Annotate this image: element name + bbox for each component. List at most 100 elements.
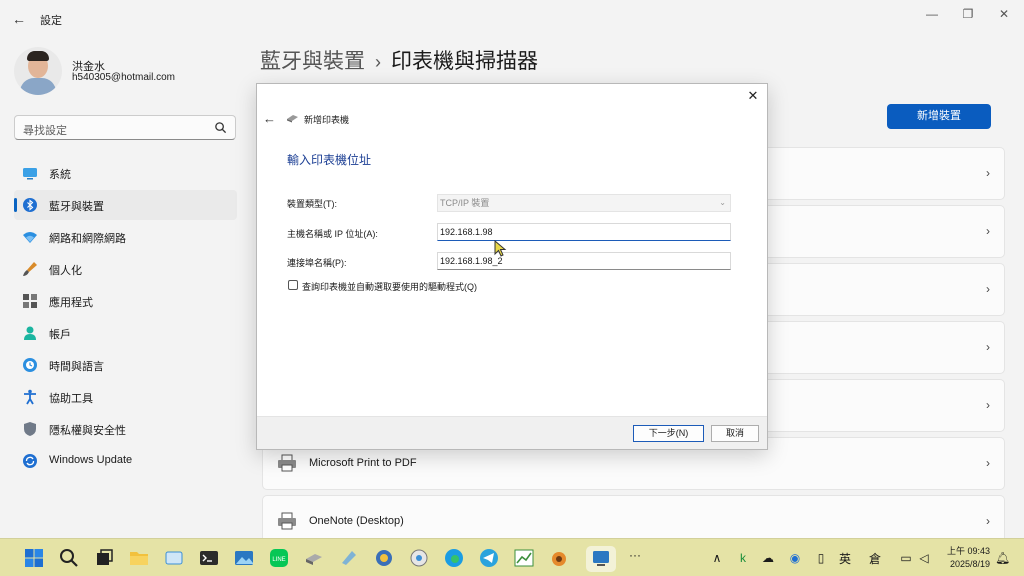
chevron-right-icon: › [986, 282, 990, 296]
query-printer-label[interactable]: 查詢印表機並自動選取要使用的驅動程式(Q) [302, 280, 477, 293]
sidebar-item-label: 網路和網際網路 [49, 233, 126, 245]
settings-app-icon [593, 551, 609, 566]
sidebar-item-personalization[interactable]: 個人化 [14, 254, 237, 284]
taskbar-app-button[interactable] [163, 547, 185, 569]
query-printer-checkbox[interactable] [288, 280, 298, 290]
app-title: 設定 [40, 15, 62, 27]
taskbar-search-button[interactable] [58, 547, 80, 569]
next-button[interactable]: 下一步(N) [633, 425, 704, 442]
dialog-back-button[interactable]: ← [263, 111, 276, 126]
task-view-button[interactable] [93, 547, 115, 569]
app-icon [376, 550, 392, 566]
taskbar: LINE ··· ∧ k ☁ ◉ ▯ 英 倉 ▭ ◁ 上午 09:43 2025… [0, 538, 1024, 576]
telegram-icon [480, 549, 498, 567]
search-icon [60, 549, 78, 567]
device-name: Microsoft Print to PDF [309, 457, 417, 469]
network-icon[interactable]: ▭ [899, 551, 913, 565]
printer-app-button[interactable] [303, 547, 325, 569]
tray-security-icon[interactable]: ◉ [788, 551, 802, 565]
clock-date: 2025/8/19 [949, 559, 990, 569]
dialog-title: 新增印表機 [304, 115, 350, 125]
minimize-button[interactable]: — [918, 6, 946, 22]
chart-app-icon [514, 549, 534, 567]
sidebar-item-label: 應用程式 [49, 297, 93, 309]
photos-button[interactable] [233, 547, 255, 569]
breadcrumb-parent[interactable]: 藍牙與裝置 [260, 50, 365, 73]
accessibility-icon [24, 389, 36, 405]
sidebar-item-system[interactable]: 系統 [14, 158, 237, 188]
ime-language-button[interactable]: 英 [839, 550, 851, 567]
search-input[interactable]: 尋找設定 [14, 115, 236, 140]
host-label: 主機名稱或 IP 位址(A): [287, 229, 378, 239]
chevron-right-icon: › [986, 224, 990, 238]
cancel-button[interactable]: 取消 [711, 425, 759, 442]
notification-bell-icon[interactable]: 🔔︎ [995, 551, 1010, 565]
sidebar-item-label: Windows Update [49, 454, 133, 466]
search-icon [215, 122, 227, 134]
add-device-button[interactable]: 新增裝置 [887, 104, 991, 129]
monitor-icon [23, 168, 37, 180]
update-icon [23, 454, 37, 468]
task-view-icon [97, 549, 113, 565]
port-input[interactable]: 192.168.1.98_2 [437, 252, 731, 270]
search-placeholder: 尋找設定 [23, 125, 67, 137]
sidebar-item-label: 個人化 [49, 265, 82, 277]
globe-clock-icon [23, 358, 37, 372]
dialog-heading: 輸入印表機位址 [287, 153, 372, 167]
line-app-button[interactable]: LINE [268, 547, 290, 569]
app-window-icon [165, 551, 183, 565]
sidebar-item-label: 協助工具 [49, 393, 93, 405]
sidebar-item-accounts[interactable]: 帳戶 [14, 318, 237, 348]
sidebar-item-time-language[interactable]: 時間與語言 [14, 350, 237, 380]
cloud-icon[interactable]: ☁ [761, 551, 775, 565]
sidebar-item-label: 帳戶 [49, 329, 71, 341]
host-input[interactable]: 192.168.1.98 [437, 223, 731, 241]
chevron-right-icon: › [986, 398, 990, 412]
ime-mode-button[interactable]: 倉 [869, 550, 881, 567]
tray-chevron-button[interactable]: ∧ [710, 551, 724, 565]
photo-icon [235, 551, 253, 565]
svg-text:LINE: LINE [272, 557, 285, 563]
sidebar-item-apps[interactable]: 應用程式 [14, 286, 237, 316]
taskbar-app-button[interactable] [373, 547, 395, 569]
taskbar-app-button[interactable] [408, 547, 430, 569]
volume-icon[interactable]: ◁ [917, 551, 931, 565]
edge-icon [445, 549, 463, 567]
taskbar-app-button[interactable] [338, 547, 360, 569]
app-icon [552, 552, 566, 566]
dialog-close-button[interactable]: ✕ [745, 88, 761, 104]
sidebar-item-windows-update[interactable]: Windows Update [14, 446, 237, 476]
maximize-button[interactable]: ❐ [954, 6, 982, 22]
app-icon [342, 551, 356, 565]
dialog-footer: 下一步(N) 取消 [257, 416, 767, 449]
sidebar-item-accessibility[interactable]: 協助工具 [14, 382, 237, 412]
add-printer-dialog: ✕ ← 新增印表機 輸入印表機位址 裝置類型(T): TCP/IP 裝置 ⌄ 主… [256, 83, 768, 450]
tray-app-icon[interactable]: k [736, 551, 750, 565]
telegram-button[interactable] [478, 547, 500, 569]
start-button[interactable] [23, 547, 45, 569]
windows-logo-icon [25, 549, 43, 567]
device-name: OneNote (Desktop) [309, 515, 404, 527]
sidebar-item-privacy[interactable]: 隱私權與安全性 [14, 414, 237, 444]
wifi-icon [23, 232, 37, 243]
chevron-right-icon: › [986, 456, 990, 470]
taskbar-app-button[interactable] [548, 547, 570, 569]
sidebar-item-label: 隱私權與安全性 [49, 425, 126, 437]
settings-app-button[interactable] [590, 547, 612, 569]
close-button[interactable]: ✕ [990, 6, 1018, 22]
user-email: h540305@hotmail.com [72, 72, 175, 83]
edge-button[interactable] [443, 547, 465, 569]
more-apps-button[interactable]: ··· [629, 548, 641, 562]
sidebar-item-bluetooth[interactable]: 藍牙與裝置 [14, 190, 237, 220]
back-button[interactable]: ← [10, 10, 28, 28]
chevron-right-icon: › [986, 166, 990, 180]
sidebar-item-label: 時間與語言 [49, 361, 104, 373]
file-explorer-button[interactable] [128, 547, 150, 569]
sidebar-item-label: 藍牙與裝置 [49, 201, 104, 213]
mouse-cursor-icon [494, 240, 507, 257]
sidebar-item-network[interactable]: 網路和網際網路 [14, 222, 237, 252]
usb-icon[interactable]: ▯ [814, 551, 828, 565]
terminal-button[interactable] [198, 547, 220, 569]
clock[interactable]: 上午 09:43 2025/8/19 [944, 545, 990, 571]
taskbar-app-button[interactable] [513, 547, 535, 569]
